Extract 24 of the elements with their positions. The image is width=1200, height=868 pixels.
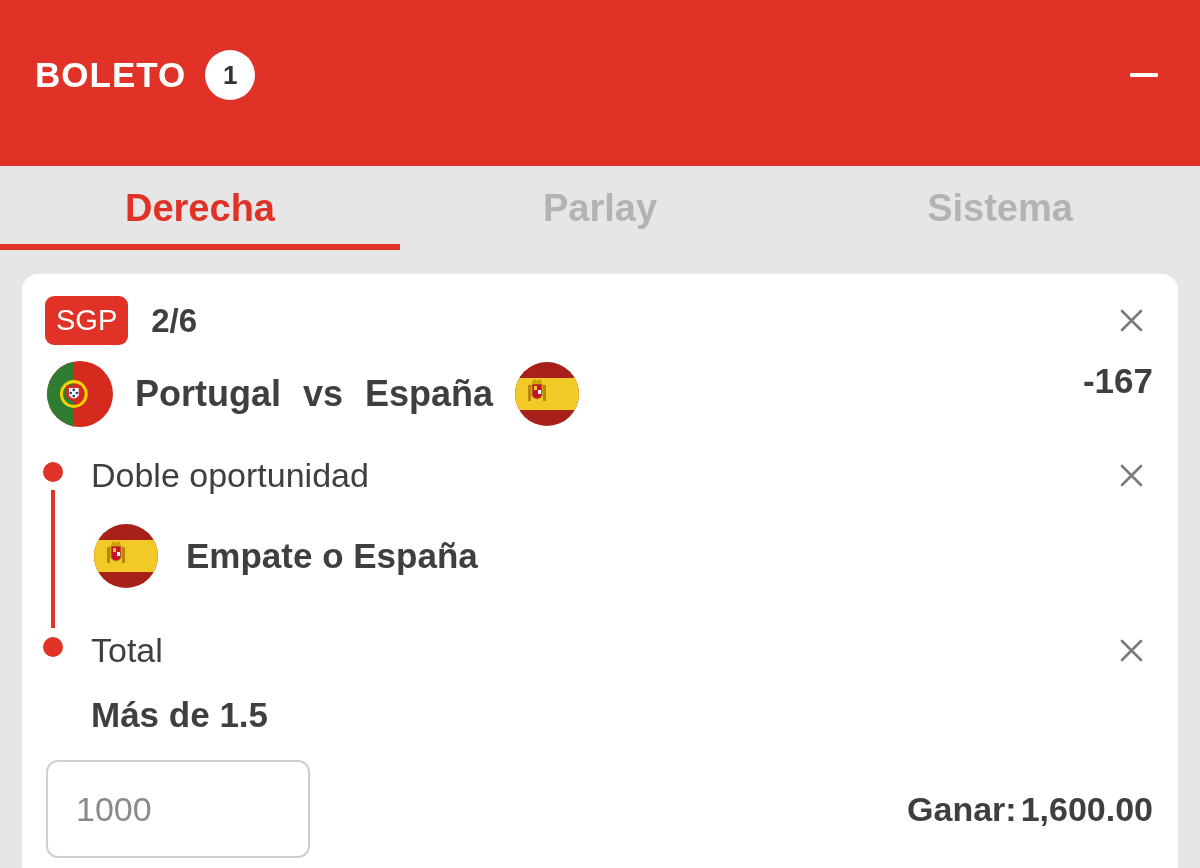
remove-button[interactable]: [1120, 638, 1143, 662]
close-icon: [1120, 638, 1143, 662]
team-name: Portugal: [135, 372, 281, 416]
selection-name: Más de 1.5: [91, 695, 269, 735]
market-name: Total: [91, 630, 163, 670]
close-icon: [1120, 463, 1143, 487]
payout-value: 1,600.00: [1020, 789, 1153, 829]
team-name: España: [365, 372, 494, 416]
slip-title: BOLETO: [35, 55, 187, 95]
odds-value: -167: [1082, 361, 1153, 401]
bet-type-badge: SGP: [45, 296, 129, 345]
legs-count: 2/6: [151, 300, 198, 341]
payout-label: Ganar:: [907, 789, 1017, 829]
flag-icon: [94, 524, 158, 588]
selection-name: Empate o España: [186, 535, 478, 577]
count-badge: 1: [205, 50, 256, 100]
minus-icon: [1130, 73, 1158, 77]
tab[interactable]: Derecha: [0, 166, 400, 250]
remove-button[interactable]: [1120, 463, 1143, 487]
close-icon: [1120, 309, 1143, 332]
stake-input[interactable]: 1000: [46, 760, 310, 858]
remove-button[interactable]: [1120, 309, 1143, 332]
market-name: Doble oportunidad: [91, 455, 369, 495]
versus-label: vs: [303, 372, 344, 416]
